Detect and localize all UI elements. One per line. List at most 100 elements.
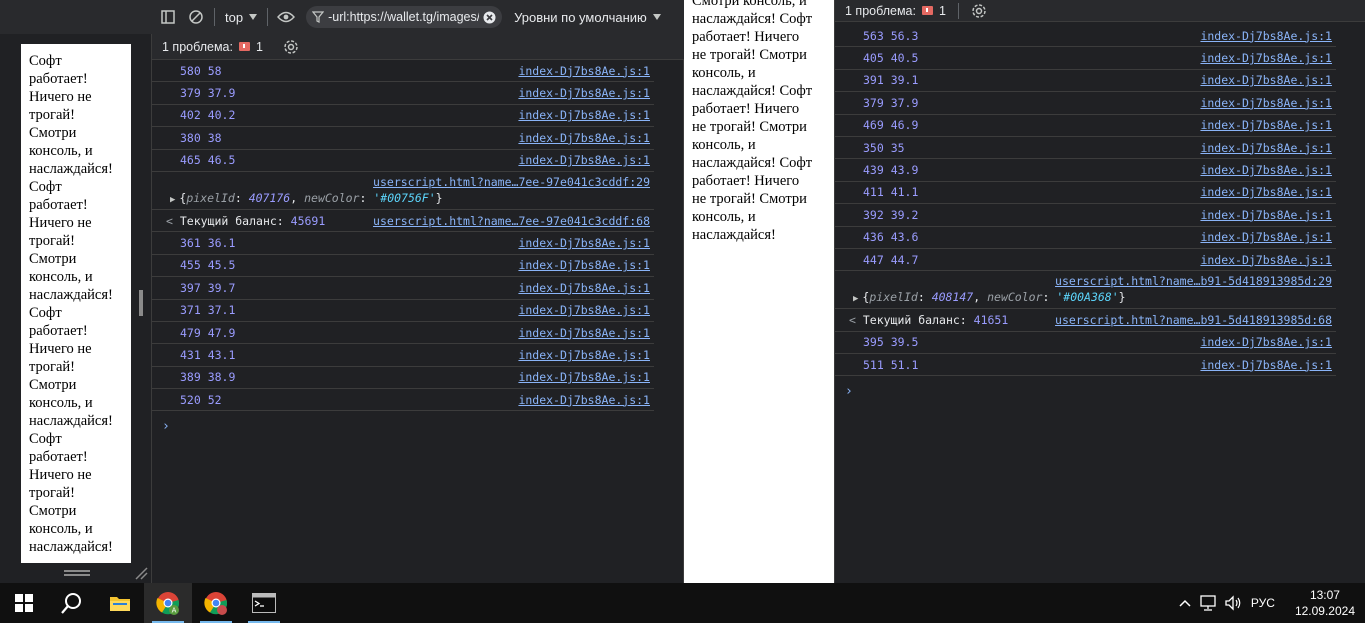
- source-link[interactable]: index-Dj7bs8Ae.js:1: [518, 348, 650, 362]
- source-link[interactable]: index-Dj7bs8Ae.js:1: [518, 393, 650, 407]
- console-prompt[interactable]: ›: [152, 419, 654, 434]
- object-comma: ,: [973, 290, 988, 305]
- chevron-up-icon[interactable]: [1179, 599, 1191, 607]
- search-button[interactable]: [48, 583, 96, 623]
- source-link[interactable]: index-Dj7bs8Ae.js:1: [518, 131, 650, 145]
- source-link[interactable]: userscript.html?name…b91-5d418913985d:29: [1055, 274, 1332, 288]
- page-text-line: трогай!: [29, 233, 75, 249]
- console-filter-input[interactable]: -url:https://wallet.tg/images/: [306, 6, 503, 28]
- source-link[interactable]: index-Dj7bs8Ae.js:1: [1200, 141, 1332, 155]
- file-explorer-button[interactable]: [96, 583, 144, 623]
- left-page-header: [0, 0, 152, 34]
- source-link[interactable]: userscript.html?name…7ee-97e041c3cddf:29: [373, 175, 650, 189]
- source-link[interactable]: index-Dj7bs8Ae.js:1: [1200, 335, 1332, 349]
- page-text-line: не трогай! Смотри: [692, 47, 807, 63]
- start-button[interactable]: [0, 583, 48, 623]
- volume-icon[interactable]: [1225, 595, 1243, 611]
- console-message: 455 45.5 index-Dj7bs8Ae.js:1: [152, 255, 654, 278]
- console-message-text: 392 39.2: [863, 207, 919, 222]
- source-link[interactable]: index-Dj7bs8Ae.js:1: [1200, 96, 1332, 110]
- console-message-text: 465 46.5: [180, 153, 236, 168]
- issue-error-icon[interactable]: [921, 6, 933, 15]
- source-link[interactable]: userscript.html?name…b91-5d418913985d:68: [1055, 313, 1332, 327]
- settings-gear-icon[interactable]: [283, 39, 299, 55]
- object-colon: :: [359, 190, 374, 205]
- left-page-content: Софт работает! Ничего не трогай! Смотри консо…: [21, 44, 131, 563]
- page-text-line: консоль, и: [692, 209, 756, 225]
- source-link[interactable]: index-Dj7bs8Ae.js:1: [1200, 118, 1332, 132]
- issue-error-icon[interactable]: [238, 42, 250, 51]
- console-message-text: 361 36.1: [180, 236, 236, 251]
- page-text-line: консоль, и: [29, 521, 93, 537]
- expand-triangle-icon[interactable]: ▶: [853, 294, 858, 304]
- page-text-line: Софт: [29, 179, 62, 195]
- console-object-message[interactable]: ▶ {pixelId: 407176, newColor: '#00756F'} u…: [152, 172, 654, 210]
- source-link[interactable]: index-Dj7bs8Ae.js:1: [518, 108, 650, 122]
- terminal-button[interactable]: [240, 583, 288, 623]
- balance-value: 41651: [973, 312, 1009, 327]
- page-text-line: не трогай! Смотри: [692, 119, 807, 135]
- source-link[interactable]: index-Dj7bs8Ae.js:1: [518, 326, 650, 340]
- console-message: 411 41.1 index-Dj7bs8Ae.js:1: [835, 182, 1336, 205]
- devtools-panel-1: top -url:https://wallet.tg/images/ Уровн…: [152, 0, 684, 583]
- chrome-profile-button[interactable]: A: [144, 583, 192, 623]
- issues-count[interactable]: 1: [256, 40, 263, 54]
- object-brace: }: [1118, 290, 1126, 305]
- console-message: 380 38 index-Dj7bs8Ae.js:1: [152, 127, 654, 150]
- chrome-button[interactable]: [192, 583, 240, 623]
- context-selector-label: top: [225, 9, 244, 25]
- network-icon[interactable]: [1199, 595, 1217, 611]
- source-link[interactable]: index-Dj7bs8Ae.js:1: [1200, 163, 1332, 177]
- live-expression-eye-icon[interactable]: [272, 3, 300, 31]
- page-text-line: Смотри: [29, 503, 77, 519]
- drawer-grip-handle[interactable]: [64, 570, 90, 576]
- source-link[interactable]: index-Dj7bs8Ae.js:1: [1200, 358, 1332, 372]
- context-selector[interactable]: top: [219, 10, 263, 25]
- source-link[interactable]: index-Dj7bs8Ae.js:1: [518, 370, 650, 384]
- middle-page-content: Смотри консоль, и наслаждайся! Софт работа…: [692, 0, 834, 244]
- clear-console-icon[interactable]: [182, 3, 210, 31]
- source-link[interactable]: index-Dj7bs8Ae.js:1: [1200, 230, 1332, 244]
- input-language[interactable]: РУС: [1251, 596, 1275, 610]
- console-message: 389 38.9 index-Dj7bs8Ae.js:1: [152, 367, 654, 390]
- source-link[interactable]: index-Dj7bs8Ae.js:1: [1200, 73, 1332, 87]
- page-text-line: наслаждайся!: [29, 161, 113, 177]
- terminal-icon: [252, 593, 276, 613]
- source-link[interactable]: index-Dj7bs8Ae.js:1: [1200, 51, 1332, 65]
- log-levels-dropdown[interactable]: Уровни по умолчанию: [514, 10, 661, 25]
- source-link[interactable]: index-Dj7bs8Ae.js:1: [1200, 185, 1332, 199]
- toolbar-divider: [214, 8, 215, 26]
- issues-count[interactable]: 1: [939, 4, 946, 18]
- page-text-line: трогай!: [29, 485, 75, 501]
- source-link[interactable]: index-Dj7bs8Ae.js:1: [518, 281, 650, 295]
- source-link[interactable]: index-Dj7bs8Ae.js:1: [518, 86, 650, 100]
- source-link[interactable]: index-Dj7bs8Ae.js:1: [1200, 29, 1332, 43]
- source-link[interactable]: index-Dj7bs8Ae.js:1: [518, 64, 650, 78]
- clock[interactable]: 13:07 12.09.2024: [1295, 587, 1355, 619]
- console-filter-value: -url:https://wallet.tg/images/: [328, 10, 480, 24]
- console-prompt[interactable]: ›: [835, 384, 1336, 399]
- start-icon: [15, 594, 33, 612]
- console-object-message[interactable]: ▶ {pixelId: 408147, newColor: '#00A368'} u…: [835, 271, 1336, 310]
- source-link[interactable]: index-Dj7bs8Ae.js:1: [518, 236, 650, 250]
- console-message-text: 397 39.7: [180, 280, 236, 295]
- console-message: 520 52 index-Dj7bs8Ae.js:1: [152, 389, 654, 412]
- clear-filter-icon[interactable]: [483, 11, 496, 24]
- panel-splitter-handle[interactable]: [139, 290, 143, 316]
- console-message: 405 40.5 index-Dj7bs8Ae.js:1: [835, 47, 1336, 70]
- resize-corner-icon[interactable]: [134, 566, 148, 580]
- console-message: 431 43.1 index-Dj7bs8Ae.js:1: [152, 344, 654, 367]
- source-link[interactable]: index-Dj7bs8Ae.js:1: [518, 303, 650, 317]
- sidebar-toggle-icon[interactable]: [154, 3, 182, 31]
- console-message-text: 563 56.3: [863, 28, 919, 43]
- source-link[interactable]: index-Dj7bs8Ae.js:1: [1200, 208, 1332, 222]
- console-message-text: 469 46.9: [863, 118, 919, 133]
- source-link[interactable]: index-Dj7bs8Ae.js:1: [518, 153, 650, 167]
- settings-gear-icon[interactable]: [971, 3, 987, 19]
- expand-triangle-icon[interactable]: ▶: [170, 195, 175, 205]
- console-message-text: 439 43.9: [863, 163, 919, 178]
- issues-bar: 1 проблема: 1: [835, 0, 1365, 22]
- source-link[interactable]: index-Dj7bs8Ae.js:1: [518, 258, 650, 272]
- source-link[interactable]: index-Dj7bs8Ae.js:1: [1200, 253, 1332, 267]
- source-link[interactable]: userscript.html?name…7ee-97e041c3cddf:68: [373, 214, 650, 228]
